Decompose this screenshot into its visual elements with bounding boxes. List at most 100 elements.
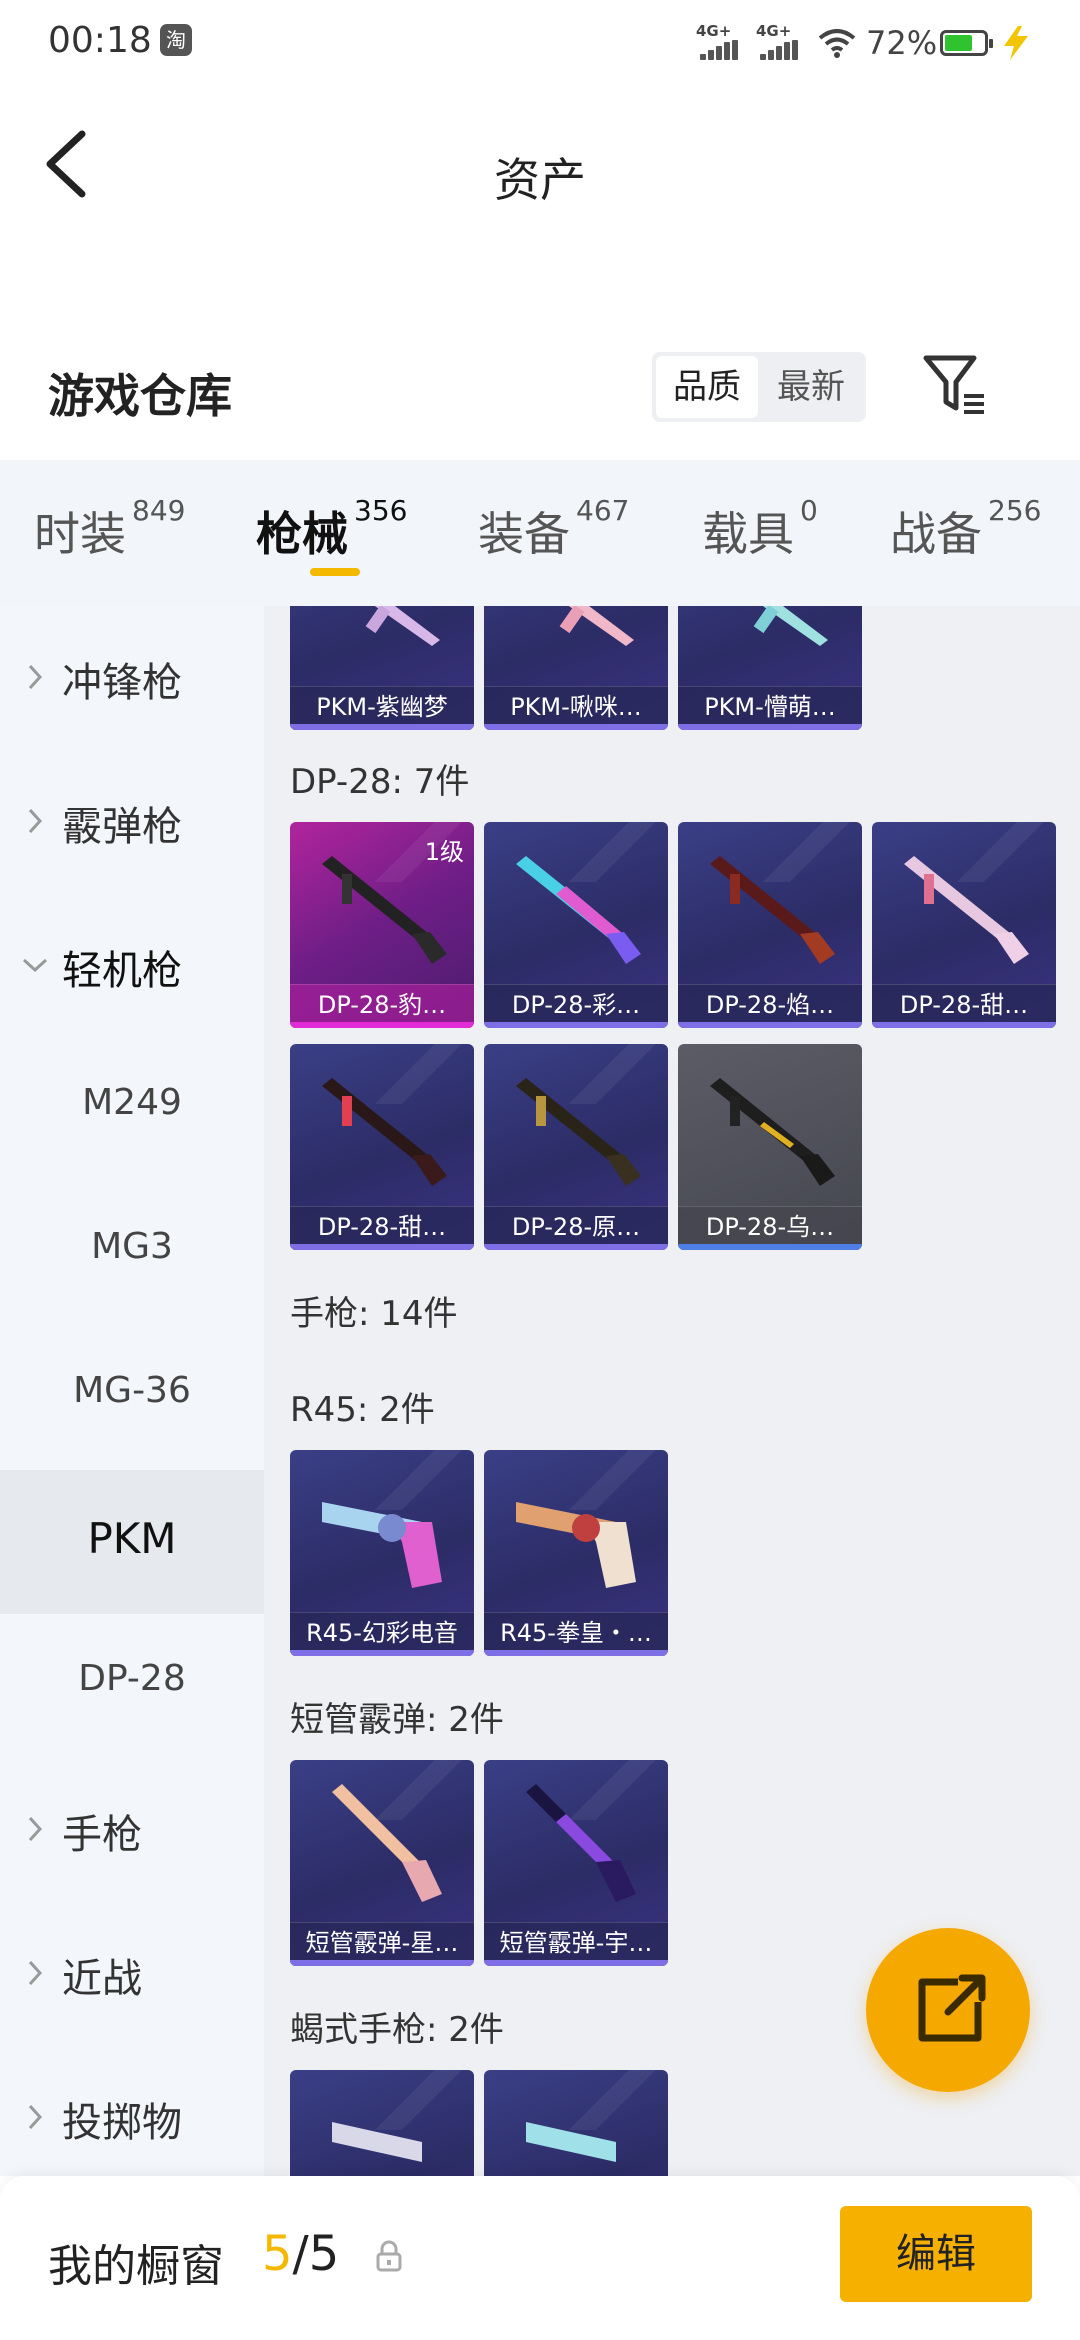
sidebar-item-pkm[interactable]: PKM [0, 1470, 264, 1614]
weapon-card-name: DP-28-焰… [705, 991, 835, 1019]
weapon-card[interactable]: DP-28-原… [484, 1044, 668, 1250]
sidebar-item-mg36[interactable]: MG-36 [0, 1326, 264, 1470]
sidebar-item-dp28[interactable]: DP-28 [0, 1614, 264, 1758]
filter-icon[interactable] [920, 350, 990, 420]
weapon-level-badge: 1级 [424, 838, 464, 866]
rifle-skin-image [559, 606, 634, 646]
section-title: DP-28: 7件 [290, 762, 470, 802]
sidebar-item-label: 轻机枪 [62, 948, 182, 994]
weapon-card[interactable]: DP-28-彩… [484, 822, 668, 1028]
weapon-card-name: R45-拳皇・… [500, 1619, 652, 1647]
app-screen: 00:18 淘 4G+ 4G+ 72% 资产 游戏仓库 品质 最新 时装 849… [0, 0, 1080, 2340]
rifle-skin-image [516, 856, 641, 964]
weapon-card-name: PKM-啾咪… [510, 693, 642, 721]
rifle-skin-image [322, 1078, 447, 1186]
weapon-card[interactable] [290, 2070, 474, 2176]
shotgun-skin-image [332, 1784, 442, 1902]
weapon-card-name: DP-28-甜… [899, 991, 1029, 1019]
signal-icon-1 [700, 40, 738, 60]
sidebar-item-label: 冲锋枪 [62, 660, 182, 706]
sort-quality-option[interactable]: 品质 [656, 356, 758, 418]
weapon-card[interactable]: DP-28-焰… [678, 822, 862, 1028]
weapon-card-name: DP-28-彩… [511, 991, 641, 1019]
weapon-card[interactable]: 1级 DP-28-豹… [290, 822, 474, 1028]
tab-count: 0 [800, 494, 818, 527]
sidebar-item-smg[interactable]: 冲锋枪 [0, 606, 264, 750]
tab-label: 战备 [890, 507, 982, 561]
chevron-right-icon [28, 808, 42, 834]
taobao-notification-icon: 淘 [160, 24, 192, 56]
sidebar-item-label: 手枪 [62, 1812, 142, 1858]
weapon-card-name: 短管霰弹-宇… [499, 1929, 653, 1957]
tab-vehicles[interactable]: 载具 0 [702, 494, 818, 568]
tab-label: 枪械 [256, 507, 348, 561]
sidebar-item-lmg[interactable]: 轻机枪 [0, 894, 264, 1038]
edit-button[interactable]: 编辑 [840, 2206, 1032, 2302]
status-bar: 00:18 淘 4G+ 4G+ 72% [0, 0, 1080, 84]
chevron-down-icon [22, 958, 48, 972]
sidebar-item-label: 霰弹枪 [62, 804, 182, 850]
sidebar-item-label: PKM [87, 1514, 177, 1563]
share-icon [918, 1974, 986, 2042]
section-title: R45: 2件 [290, 1390, 435, 1430]
tab-count: 849 [132, 494, 186, 527]
weapon-card[interactable]: PKM-懵萌… [678, 606, 862, 730]
weapon-card[interactable]: DP-28-甜… [290, 1044, 474, 1250]
share-fab-button[interactable] [866, 1928, 1030, 2092]
signal-icon-2 [760, 40, 798, 60]
tab-count: 256 [988, 494, 1042, 527]
weapon-card-name: DP-28-甜… [317, 1213, 447, 1241]
tab-label: 装备 [478, 507, 570, 561]
chevron-right-icon [28, 2104, 42, 2130]
network-label-1: 4G+ [696, 22, 732, 40]
active-tab-indicator [310, 568, 360, 576]
section-title: 手枪: 14件 [290, 1294, 458, 1334]
weapon-card[interactable] [484, 2070, 668, 2176]
rifle-skin-image [365, 606, 440, 646]
showcase-total: 5 [308, 2226, 340, 2282]
sidebar-item-mg3[interactable]: MG3 [0, 1182, 264, 1326]
sidebar-item-label: MG-36 [73, 1370, 191, 1411]
rifle-skin-image [710, 1078, 835, 1186]
weapon-card-name: PKM-懵萌… [704, 693, 836, 721]
weapon-card[interactable]: PKM-啾咪… [484, 606, 668, 730]
tab-fashion[interactable]: 时装 849 [34, 494, 185, 568]
sidebar-item-shotgun[interactable]: 霰弹枪 [0, 750, 264, 894]
tab-firearms[interactable]: 枪械 356 [256, 494, 407, 568]
showcase-current: 5 [262, 2226, 293, 2282]
weapon-card[interactable]: 短管霰弹-宇… [484, 1760, 668, 1966]
tab-count: 356 [354, 494, 408, 527]
pistol-skin-image [526, 2122, 616, 2162]
tab-equipment[interactable]: 装备 467 [478, 494, 629, 568]
rifle-skin-image [710, 856, 835, 964]
sidebar-item-label: MG3 [91, 1226, 173, 1267]
sidebar-item-pistol[interactable]: 手枪 [0, 1758, 264, 1902]
sidebar-item-label: 投掷物 [62, 2100, 182, 2146]
weapon-card[interactable]: R45-拳皇・… [484, 1450, 668, 1656]
showcase-count: 5/5 [262, 2226, 339, 2282]
weapon-category-sidebar: 冲锋枪 霰弹枪 轻机枪 M249 MG3 MG-36 PKM DP-28 手枪 [0, 606, 264, 2176]
chevron-right-icon [28, 664, 42, 690]
warehouse-title: 游戏仓库 [48, 369, 232, 423]
category-tabs: 时装 849 枪械 356 装备 467 载具 0 战备 256 [0, 460, 1080, 606]
showcase-bar: 我的橱窗 5/5 编辑 [0, 2176, 1080, 2340]
sidebar-item-melee[interactable]: 近战 [0, 1902, 264, 2046]
tab-label: 载具 [702, 507, 794, 561]
tab-label: 时装 [34, 507, 126, 561]
weapon-card[interactable]: 短管霰弹-星… [290, 1760, 474, 1966]
weapon-card[interactable]: DP-28-甜… [872, 822, 1056, 1028]
chevron-right-icon [28, 1816, 42, 1842]
shotgun-skin-image [526, 1784, 636, 1902]
revolver-skin-image [322, 1502, 442, 1588]
weapon-card[interactable]: R45-幻彩电音 [290, 1450, 474, 1656]
tab-supplies[interactable]: 战备 256 [890, 494, 1041, 568]
wifi-icon [818, 29, 856, 58]
weapon-card[interactable]: PKM-紫幽梦 [290, 606, 474, 730]
weapon-card-name: DP-28-原… [511, 1213, 641, 1241]
tab-count: 467 [576, 494, 630, 527]
weapon-card[interactable]: DP-28-乌… [678, 1044, 862, 1250]
sidebar-item-throwables[interactable]: 投掷物 [0, 2046, 264, 2176]
sidebar-item-m249[interactable]: M249 [0, 1038, 264, 1182]
sort-newest-option[interactable]: 最新 [760, 356, 862, 418]
lock-icon[interactable] [374, 2240, 404, 2274]
